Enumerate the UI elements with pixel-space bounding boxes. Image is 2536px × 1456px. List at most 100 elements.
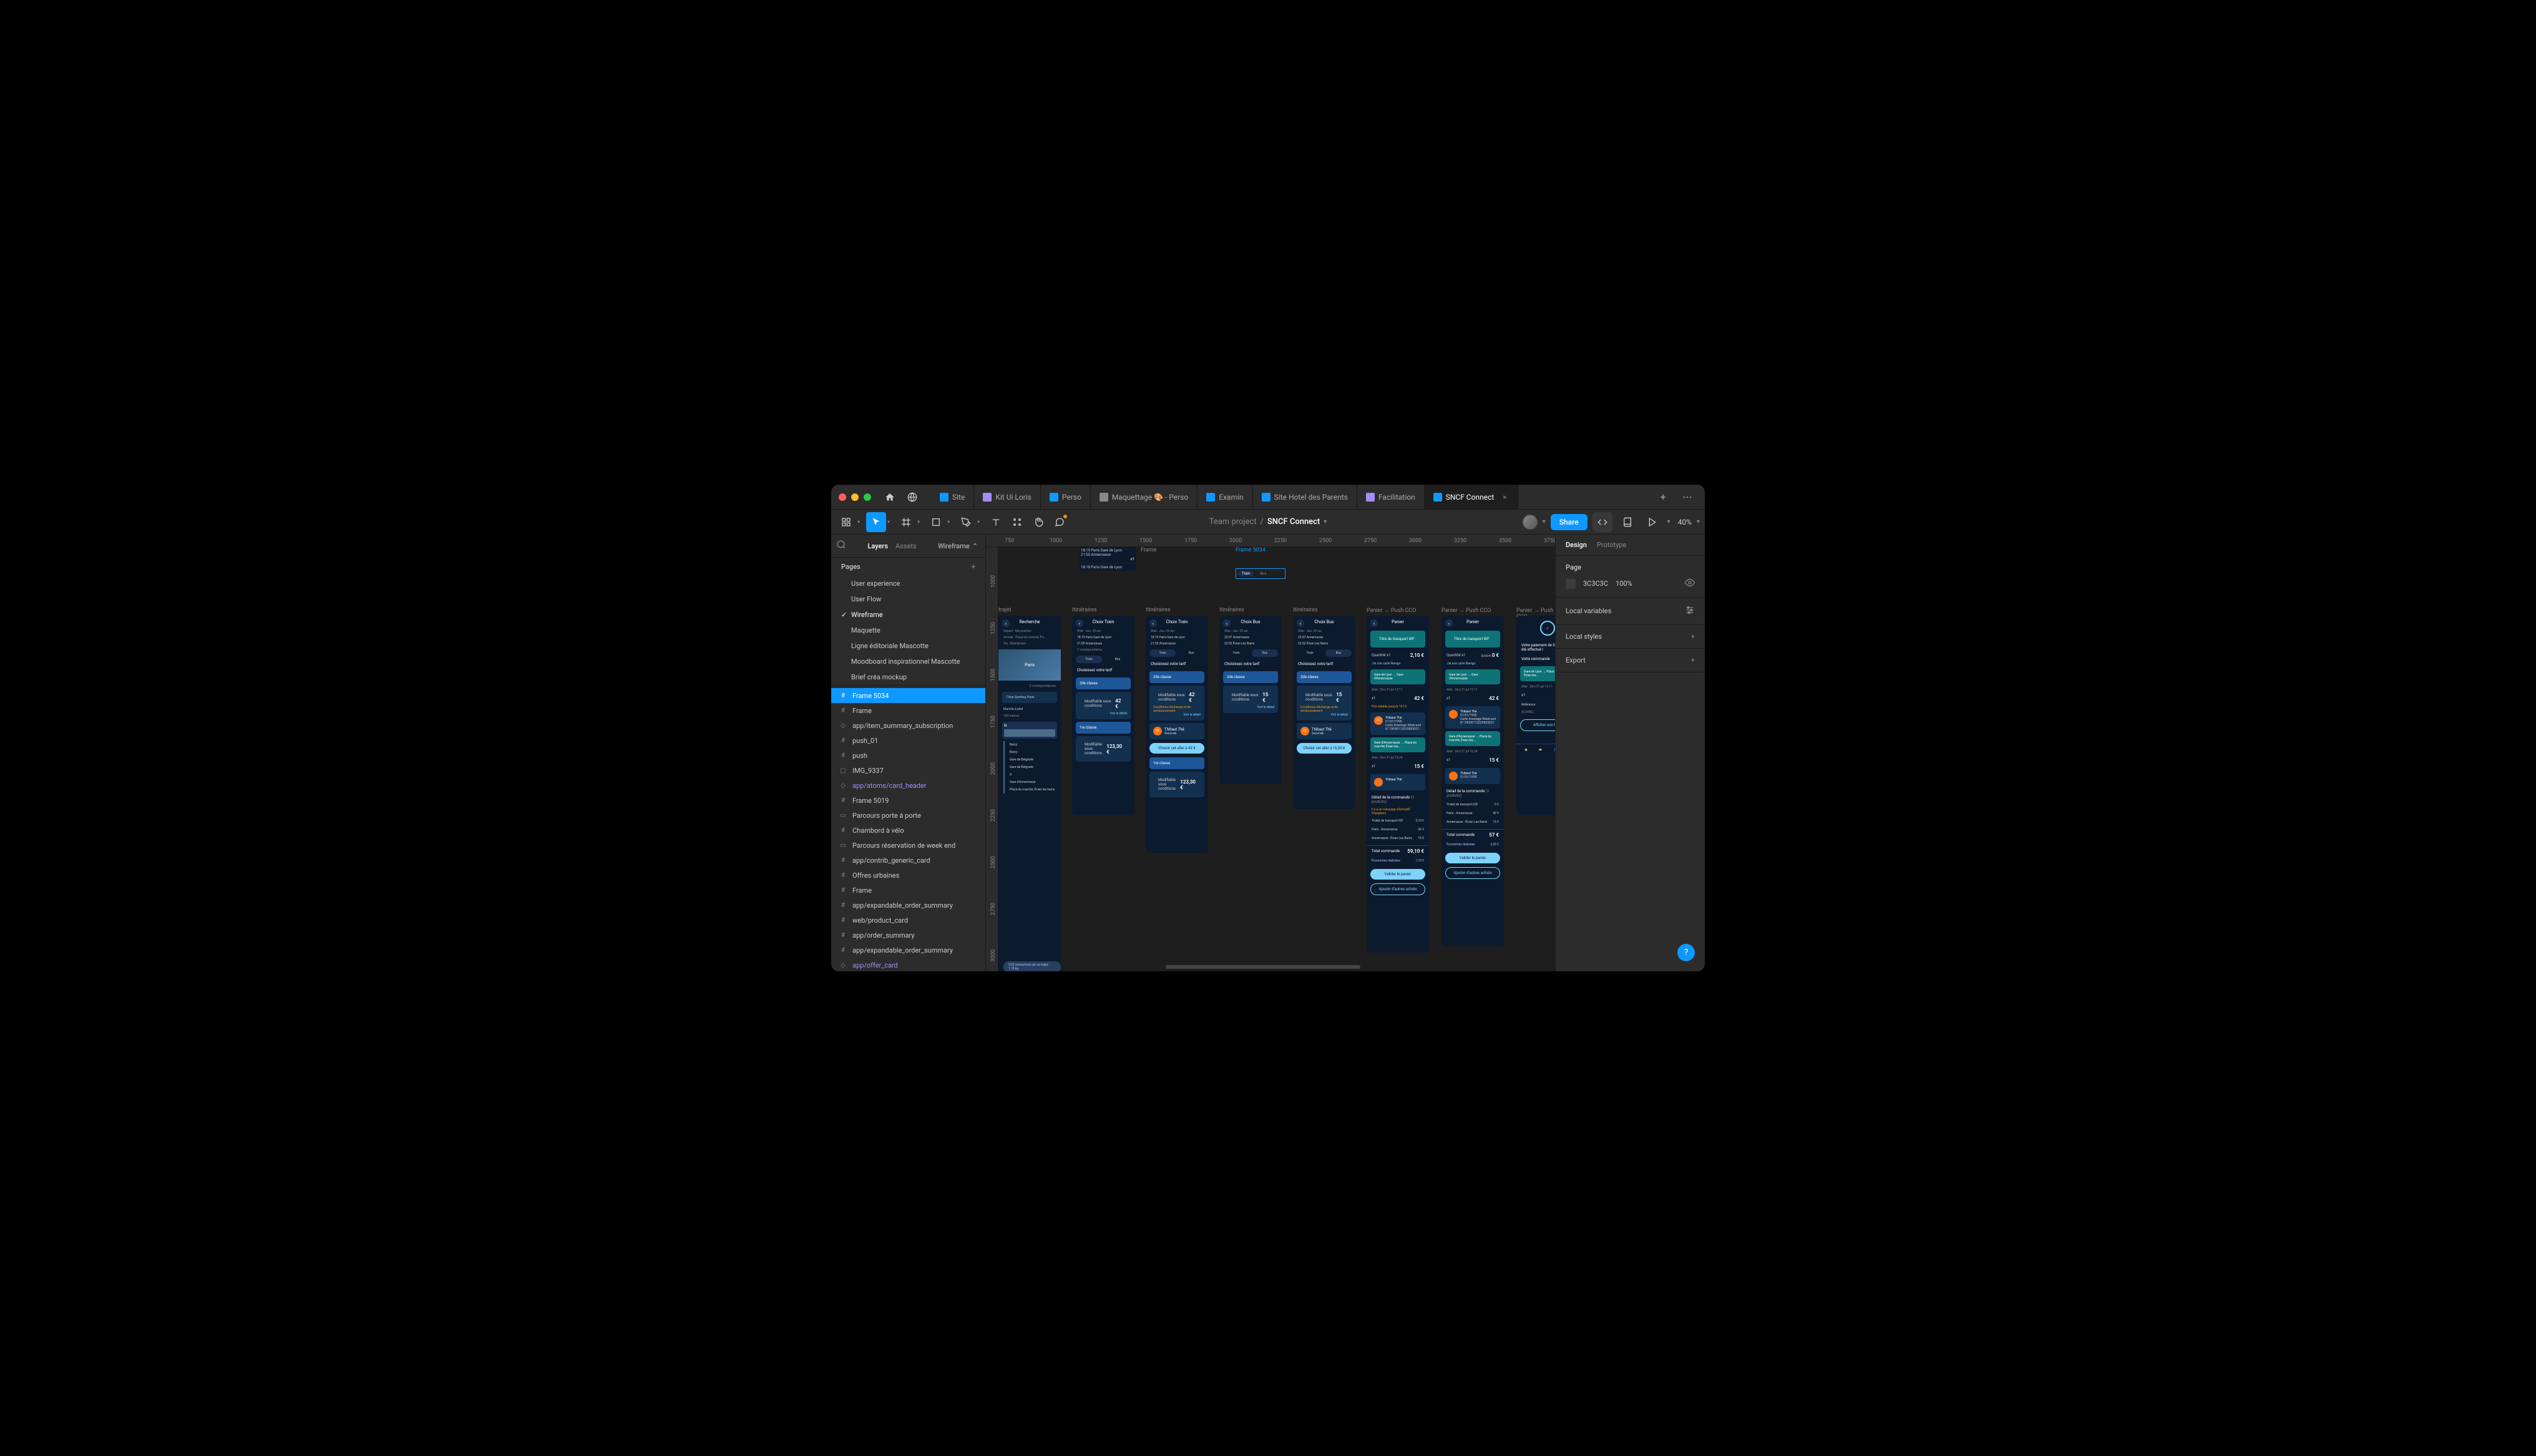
mock-confirm[interactable]: ✓ Votre paiement de 57€ a bien été effec… — [1516, 616, 1555, 815]
layer-item[interactable]: #push — [831, 748, 985, 763]
text-tool[interactable] — [986, 512, 1006, 532]
dev-mode-toggle[interactable] — [1592, 512, 1612, 532]
page-item[interactable]: Brief créa mockup — [831, 669, 985, 685]
resources-tool[interactable] — [1007, 512, 1027, 532]
design-tab[interactable]: Design — [1566, 541, 1587, 549]
shape-chevron-icon[interactable]: ▾ — [947, 512, 955, 532]
file-tab[interactable]: Perso — [1041, 485, 1091, 509]
layer-item[interactable]: ◇app/atoms/card_header — [831, 778, 985, 793]
layer-item[interactable]: ◇app/offer_card — [831, 958, 985, 971]
layer-item[interactable]: #app/expandable_order_summary — [831, 898, 985, 913]
main-menu-chevron-icon[interactable]: ▾ — [857, 512, 865, 532]
maximize-window[interactable] — [864, 493, 871, 501]
zoom-chevron-icon[interactable]: ▾ — [1697, 518, 1700, 525]
layer-item[interactable]: #Frame 5019 — [831, 793, 985, 808]
prototype-tab[interactable]: Prototype — [1597, 541, 1626, 549]
community-icon[interactable] — [904, 488, 921, 506]
add-export-button[interactable]: + — [1691, 656, 1695, 664]
frame-label[interactable]: Itinéraires — [1219, 607, 1244, 613]
file-tab[interactable]: Maquettage 🎨 - Perso — [1091, 485, 1197, 509]
avatar[interactable] — [1523, 515, 1538, 530]
mock-panier-1[interactable]: ‹Panier Titre de transport IDF Quantité … — [1367, 616, 1429, 953]
local-variables[interactable]: Local variables — [1566, 607, 1611, 615]
pen-chevron-icon[interactable]: ▾ — [977, 512, 985, 532]
assets-tab[interactable]: Assets — [895, 542, 917, 550]
layer-item[interactable]: #Chambord à vélo — [831, 823, 985, 838]
frame-chevron-icon[interactable]: ▾ — [917, 512, 925, 532]
home-icon[interactable] — [881, 488, 899, 506]
frame-label[interactable]: Itinéraires — [1146, 607, 1171, 613]
close-tab-icon[interactable]: × — [1500, 493, 1509, 502]
layer-item[interactable]: #app/contrib_generic_card — [831, 853, 985, 868]
frame-label[interactable]: Itinéraires — [1293, 607, 1318, 613]
file-tab[interactable]: Examin — [1197, 485, 1252, 509]
bg-opacity[interactable]: 100% — [1616, 580, 1632, 588]
frame-label[interactable]: Panier → Push CCO — [1441, 607, 1491, 614]
layer-item[interactable]: #app/order_summary — [831, 928, 985, 943]
mock-panier-2[interactable]: ‹Panier Titre de transport IDF Quantité … — [1441, 616, 1504, 946]
main-menu[interactable] — [836, 512, 856, 532]
page-item[interactable]: ✓Wireframe — [831, 607, 985, 623]
present-button[interactable] — [1642, 512, 1662, 532]
minimize-window[interactable] — [851, 493, 859, 501]
mock-choix-bus-2[interactable]: ‹Choix Bus Aller : Jeu. 25 avr. 22:07 An… — [1293, 616, 1355, 809]
file-title[interactable]: Team project / SNCF Connect ▾ — [1209, 517, 1327, 527]
file-tab[interactable]: Kit Ui Loris — [974, 485, 1041, 509]
layer-item[interactable]: ▭Parcours réservation de week end — [831, 838, 985, 853]
bg-color-value[interactable]: 3C3C3C — [1583, 580, 1608, 588]
file-tab[interactable]: Site Hotel des Parents — [1253, 485, 1357, 509]
layer-item[interactable]: #web/product_card — [831, 913, 985, 928]
file-tab[interactable]: Site — [931, 485, 974, 509]
visibility-icon[interactable] — [1685, 578, 1695, 590]
canvas[interactable]: 7501000125015001750200022502500275030003… — [986, 535, 1555, 971]
frame-tool[interactable] — [896, 512, 916, 532]
pen-tool[interactable] — [956, 512, 976, 532]
layer-item[interactable]: #push_01 — [831, 733, 985, 748]
move-tool[interactable] — [866, 512, 886, 532]
comment-tool[interactable] — [1050, 512, 1070, 532]
add-style-button[interactable]: + — [1691, 633, 1695, 641]
present-chevron-icon[interactable]: ▾ — [1667, 518, 1670, 525]
library-icon[interactable] — [1617, 512, 1637, 532]
bg-color-swatch[interactable] — [1566, 579, 1576, 589]
add-page-button[interactable]: + — [972, 563, 975, 571]
layer-item[interactable]: #Frame 5034 — [831, 688, 985, 703]
layer-item[interactable]: #Frame — [831, 883, 985, 898]
export-section[interactable]: Export — [1566, 656, 1586, 664]
page-item[interactable]: User Flow — [831, 591, 985, 607]
search-icon[interactable] — [836, 540, 846, 552]
avatar-chevron-icon[interactable]: ▾ — [1543, 518, 1546, 525]
new-tab-button[interactable]: + — [1654, 491, 1672, 503]
overflow-menu[interactable]: ⋯ — [1677, 491, 1697, 503]
layer-item[interactable]: #Frame — [831, 703, 985, 718]
page-dropdown[interactable]: Wireframe ⌃ — [938, 542, 978, 550]
horizontal-scrollbar[interactable] — [1166, 965, 1360, 969]
selected-frame-label[interactable]: Frame 5034 — [1236, 547, 1266, 553]
help-button[interactable]: ? — [1677, 944, 1695, 961]
frame-label[interactable]: Panier → Push CCO — [1367, 607, 1416, 614]
chevron-down-icon[interactable]: ▾ — [1324, 518, 1327, 525]
canvas-viewport[interactable]: 18:19 Paris Gare de Lyon 21:55 Annemasse… — [998, 547, 1555, 971]
layer-item[interactable]: ◇app/item_summary_subscription — [831, 718, 985, 733]
file-tab[interactable]: Facilitation — [1357, 485, 1425, 509]
frame-label[interactable]: Itinéraires — [1072, 607, 1097, 613]
local-styles[interactable]: Local styles — [1566, 633, 1602, 641]
layer-item[interactable]: ▢IMG_9337 — [831, 763, 985, 778]
page-item[interactable]: Ligne éditoriale Mascotte — [831, 638, 985, 654]
mock-choix-train-2[interactable]: ‹Choix Train Aller : Jeu. 25 avr. 18:19 … — [1146, 616, 1208, 853]
shape-tool[interactable] — [926, 512, 946, 532]
page-item[interactable]: User experience — [831, 576, 985, 591]
page-item[interactable]: Maquette — [831, 623, 985, 638]
layers-tab[interactable]: Layers — [867, 542, 888, 550]
share-button[interactable]: Share — [1551, 514, 1587, 530]
settings-icon[interactable] — [1685, 605, 1695, 617]
frame-label[interactable]: Frame — [1141, 547, 1156, 553]
page-item[interactable]: Moodboard inspirationnel Mascotte — [831, 654, 985, 669]
hand-tool[interactable] — [1028, 512, 1048, 532]
file-tab[interactable]: SNCF Connect× — [1425, 485, 1519, 509]
move-chevron-icon[interactable]: ▾ — [887, 512, 895, 532]
zoom-level[interactable]: 40% — [1678, 518, 1692, 527]
close-window[interactable] — [839, 493, 846, 501]
layer-item[interactable]: ▭Parcours porte à porte — [831, 808, 985, 823]
mock-recherche[interactable]: ‹Recherche Départ : Ma position Arrivée … — [998, 616, 1061, 971]
